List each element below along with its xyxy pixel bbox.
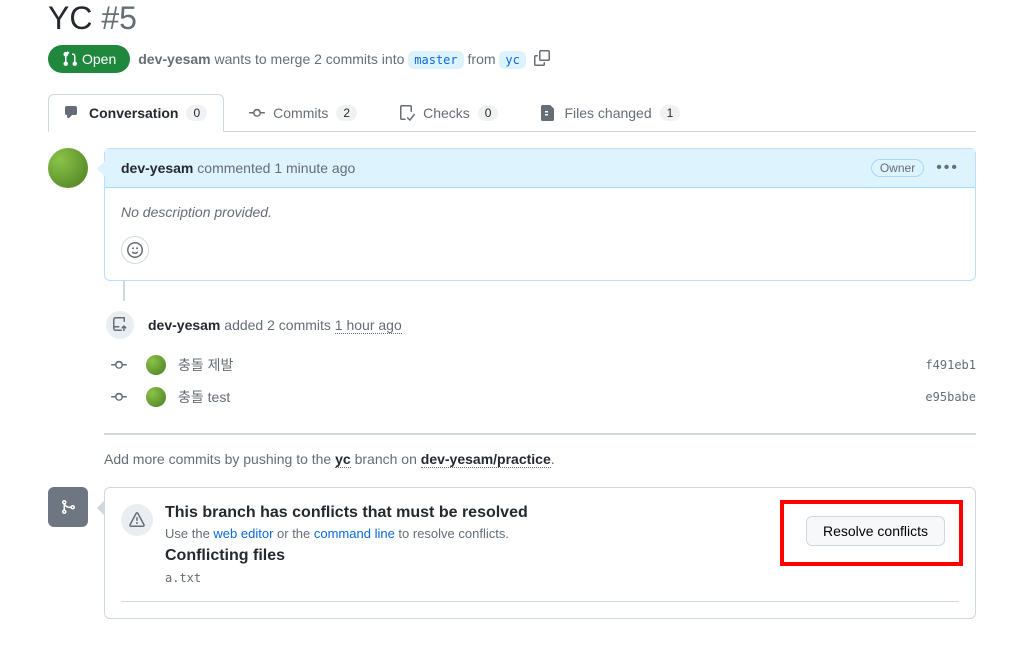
pr-title-text: YC — [48, 0, 92, 36]
conflict-box: This branch has conflicts that must be r… — [104, 487, 976, 619]
alert-icon — [121, 504, 153, 536]
smiley-icon — [127, 242, 143, 258]
commit-message[interactable]: 충돌 test — [178, 387, 230, 407]
conflict-file[interactable]: a.txt — [165, 571, 528, 585]
checklist-icon — [399, 105, 415, 121]
commit-row: 충돌 test e95babe — [48, 381, 976, 413]
state-badge-open: Open — [48, 45, 130, 73]
commits-count: 2 — [336, 105, 357, 121]
pr-tabs: Conversation 0 Commits 2 Checks 0 Files … — [48, 93, 976, 132]
commit-message[interactable]: 충돌 제발 — [178, 355, 233, 375]
conflict-subtitle: Use the web editor or the command line t… — [165, 526, 528, 541]
tab-files-changed[interactable]: Files changed 1 — [523, 94, 697, 132]
hint-branch[interactable]: yc — [335, 451, 351, 468]
pr-title: YC #5 — [48, 0, 976, 37]
merge-description: dev-yesam wants to merge 2 commits into … — [138, 51, 526, 67]
avatar[interactable] — [48, 148, 88, 188]
push-hint: Add more commits by pushing to the yc br… — [104, 451, 976, 467]
checks-count: 0 — [478, 105, 499, 121]
tab-checks[interactable]: Checks 0 — [382, 94, 515, 132]
comment-author[interactable]: dev-yesam — [121, 160, 193, 176]
git-commit-icon — [104, 389, 134, 405]
file-diff-icon — [540, 105, 556, 121]
conflict-title: This branch has conflicts that must be r… — [165, 504, 528, 522]
git-pull-request-icon — [62, 51, 78, 67]
git-merge-icon — [48, 487, 88, 527]
commit-avatar[interactable] — [146, 387, 166, 407]
owner-badge: Owner — [871, 159, 924, 177]
event-time[interactable]: 1 hour ago — [335, 317, 402, 334]
comment-body: No description provided. — [105, 188, 975, 236]
repo-push-icon — [104, 309, 136, 341]
git-commit-icon — [104, 357, 134, 373]
pr-author[interactable]: dev-yesam — [138, 51, 210, 67]
commit-sha[interactable]: f491eb1 — [925, 358, 976, 372]
web-editor-link[interactable]: web editor — [213, 526, 273, 541]
commit-row: 충돌 제발 f491eb1 — [48, 349, 976, 381]
resolve-conflicts-button[interactable]: Resolve conflicts — [806, 516, 945, 546]
conflicting-files-heading: Conflicting files — [165, 547, 528, 565]
commit-avatar[interactable] — [146, 355, 166, 375]
command-line-link[interactable]: command line — [314, 526, 395, 541]
tab-conversation[interactable]: Conversation 0 — [48, 94, 224, 132]
comment-time[interactable]: 1 minute ago — [274, 160, 355, 176]
comment-box: dev-yesam commented 1 minute ago Owner •… — [104, 148, 976, 281]
event-author[interactable]: dev-yesam — [148, 317, 220, 333]
hint-repo[interactable]: dev-yesam/practice — [421, 451, 551, 468]
kebab-menu-icon[interactable]: ••• — [936, 159, 959, 177]
head-branch[interactable]: yc — [499, 51, 525, 69]
git-commit-icon — [249, 105, 265, 121]
conversation-count: 0 — [186, 105, 207, 121]
tab-commits[interactable]: Commits 2 — [232, 94, 374, 132]
pr-number: #5 — [101, 0, 137, 36]
state-text: Open — [82, 51, 116, 67]
copy-icon[interactable] — [534, 50, 550, 69]
commit-sha[interactable]: e95babe — [925, 390, 976, 404]
comment-discussion-icon — [65, 105, 81, 121]
base-branch[interactable]: master — [408, 51, 463, 69]
files-count: 1 — [660, 105, 681, 121]
commits-added-event: dev-yesam added 2 commits 1 hour ago — [104, 301, 976, 349]
add-reaction-button[interactable] — [121, 236, 149, 264]
